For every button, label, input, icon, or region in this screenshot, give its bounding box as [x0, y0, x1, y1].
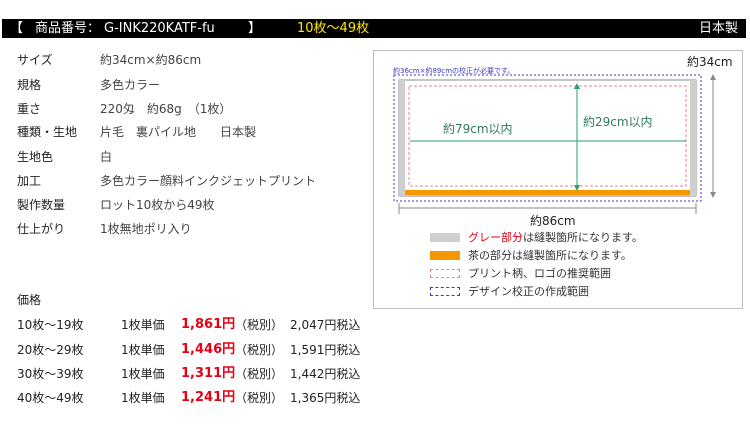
arrowhead	[710, 74, 716, 80]
brown-hem-bottom	[405, 190, 690, 195]
proof-note: 約36cm×約89cmの校正が必要です。	[393, 66, 514, 75]
inner-width-label: 約79cm以内	[443, 121, 513, 136]
legend-text: グレー部分は縫製箇所になります。	[468, 230, 643, 246]
legend-text: プリント柄、ロゴの推奨範囲	[468, 267, 611, 280]
gray-hem-left	[399, 80, 405, 196]
legend-text: デザイン校正の作成範囲	[468, 285, 589, 298]
brown-swatch	[430, 251, 460, 260]
legend-text: 茶の部分は縫製箇所になります。	[468, 249, 632, 262]
towel-diagram: 約34cm 約36cm×約89cmの校正が必要です。 約79cm以内 約29cm…	[393, 54, 733, 228]
gray-part-suffix: は縫製箇所になります。	[523, 231, 643, 244]
proof-area-swatch	[430, 287, 460, 296]
width-label: 約86cm	[530, 213, 576, 228]
towel-outline	[398, 79, 697, 197]
gray-hem-right	[690, 80, 696, 196]
height-label: 約34cm	[687, 54, 733, 69]
inner-height-label: 約29cm以内	[583, 114, 653, 129]
gray-part-highlight: グレー部分	[468, 231, 523, 244]
print-area-swatch	[430, 269, 460, 278]
gray-swatch	[430, 233, 460, 242]
arrowhead	[710, 192, 716, 198]
